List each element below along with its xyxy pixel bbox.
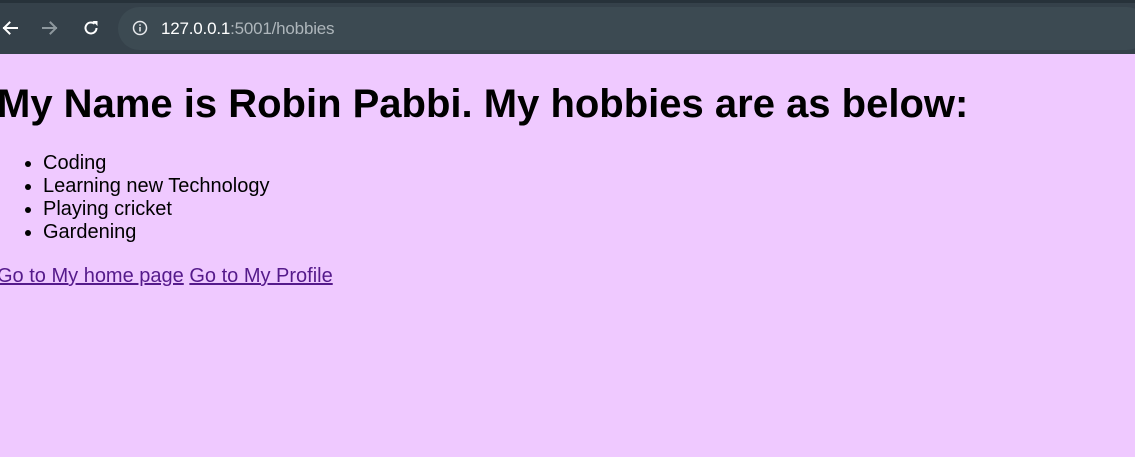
- arrow-right-icon: [42, 21, 58, 35]
- browser-toolbar: 127.0.0.1:5001/hobbies: [0, 0, 1135, 54]
- list-item: Coding: [43, 152, 269, 175]
- back-button[interactable]: [0, 16, 22, 40]
- url-host: 127.0.0.1: [161, 19, 231, 38]
- reload-button[interactable]: [79, 16, 103, 40]
- page-title: My Name is Robin Pabbi. My hobbies are a…: [0, 82, 969, 126]
- info-icon[interactable]: [132, 20, 148, 36]
- hobby-list: Coding Learning new Technology Playing c…: [0, 152, 269, 244]
- page-content: My Name is Robin Pabbi. My hobbies are a…: [0, 54, 1135, 457]
- list-item: Gardening: [43, 221, 269, 244]
- url-path: :5001/hobbies: [230, 19, 335, 38]
- url-text[interactable]: 127.0.0.1:5001/hobbies: [161, 19, 335, 39]
- nav-links: Go to My home page Go to My Profile: [0, 263, 333, 289]
- forward-button[interactable]: [38, 16, 62, 40]
- home-page-link[interactable]: Go to My home page: [0, 265, 184, 287]
- list-item: Playing cricket: [43, 198, 269, 221]
- profile-link[interactable]: Go to My Profile: [189, 265, 332, 287]
- arrow-left-icon: [2, 21, 18, 35]
- reload-icon: [84, 21, 98, 35]
- address-bar[interactable]: 127.0.0.1:5001/hobbies: [118, 7, 1135, 50]
- list-item: Learning new Technology: [43, 175, 269, 198]
